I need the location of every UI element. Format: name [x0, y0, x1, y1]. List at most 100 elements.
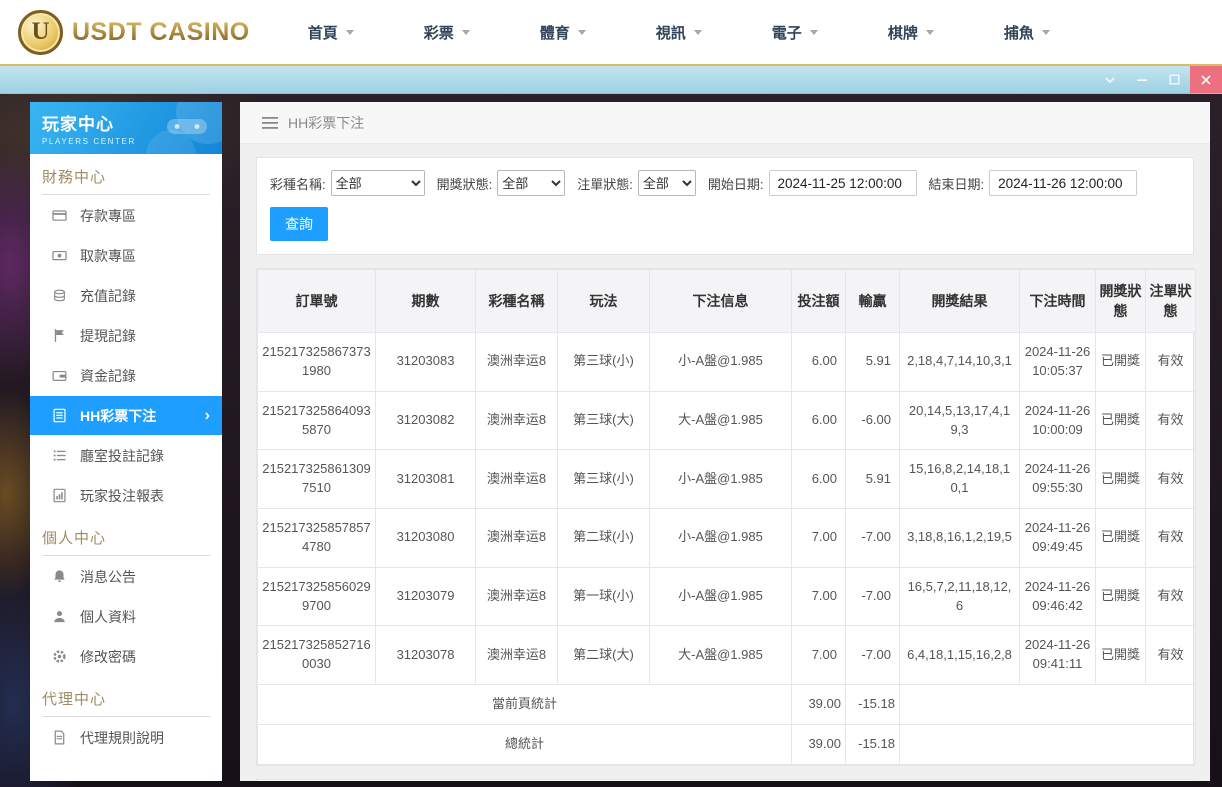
- table-cell: 5.91: [846, 450, 900, 509]
- sidebar-item-announcements[interactable]: 消息公告: [30, 557, 222, 596]
- table-header-cell: 彩種名稱: [476, 270, 558, 333]
- nav-item-live-video[interactable]: 視訊: [656, 22, 702, 43]
- sidebar-item-label: 取款專區: [80, 246, 136, 266]
- table-cell: 大-A盤@1.985: [650, 626, 792, 685]
- table-row: 215217325852716003031203078澳洲幸运8第二球(大)大-…: [258, 626, 1196, 685]
- table-cell: 第二球(小): [558, 509, 650, 568]
- draw-status-select[interactable]: 全部: [497, 170, 565, 196]
- lottery-type-select[interactable]: 全部: [331, 170, 425, 196]
- sidebar-item-deposit[interactable]: 存款專區: [30, 196, 222, 235]
- filter-row: 彩種名稱: 全部 開獎狀態: 全部 注單狀態: 全部 開始日期: 結束日期:: [270, 170, 1180, 196]
- summary-empty-cell: [900, 685, 1196, 725]
- nav-item-lottery[interactable]: 彩票: [424, 22, 470, 43]
- chevron-down-icon: [1104, 74, 1116, 86]
- sidebar-item-label: HH彩票下注: [80, 406, 156, 426]
- report-icon: [52, 488, 67, 503]
- sidebar-section-title: 財務中心: [42, 166, 210, 195]
- close-icon: [1200, 74, 1212, 86]
- table-cell: 澳洲幸运8: [476, 450, 558, 509]
- maximize-icon: [1169, 74, 1180, 85]
- table-cell: 31203078: [376, 626, 476, 685]
- gamepad-icon: [164, 112, 210, 145]
- sidebar-item-withdraw[interactable]: 取款專區: [30, 236, 222, 275]
- bell-icon: [52, 569, 67, 584]
- table-cell: 已開獎: [1096, 567, 1146, 626]
- table-cell: 小-A盤@1.985: [650, 333, 792, 392]
- table-cell: 有效: [1146, 450, 1196, 509]
- table-cell: 31203081: [376, 450, 476, 509]
- table-header-cell: 開獎狀態: [1096, 270, 1146, 333]
- brand-logo-text: USDT CASINO: [72, 18, 250, 47]
- window-close-button[interactable]: [1190, 66, 1222, 93]
- table-cell: 31203083: [376, 333, 476, 392]
- bank-card-icon: [52, 208, 67, 223]
- menu-icon[interactable]: [262, 116, 278, 130]
- sidebar-item-withdraw-records[interactable]: 提現記錄: [30, 316, 222, 355]
- sidebar-item-change-password[interactable]: 修改密碼: [30, 637, 222, 676]
- table-cell: 20,14,5,13,17,4,19,3: [900, 391, 1020, 450]
- brand-logo-letter: U: [31, 18, 49, 46]
- table-cell: 31203080: [376, 509, 476, 568]
- sidebar-item-hh-lottery-bets[interactable]: HH彩票下注›: [30, 396, 222, 435]
- sidebar-item-profile[interactable]: 個人資料: [30, 597, 222, 636]
- draw-status-label: 開獎狀態:: [437, 174, 493, 193]
- lottery-type-label: 彩種名稱:: [270, 174, 326, 193]
- order-status-select[interactable]: 全部: [638, 170, 696, 196]
- table-header-cell: 玩法: [558, 270, 650, 333]
- bets-table: 訂單號期數彩種名稱玩法下注信息投注額輸贏開獎結果下注時間開獎狀態注單狀態 215…: [257, 269, 1196, 765]
- table-cell: 6.00: [792, 391, 846, 450]
- table-cell: 2152173258578574780: [258, 509, 376, 568]
- chevron-down-icon: [926, 30, 934, 35]
- nav-item-board-games[interactable]: 棋牌: [888, 22, 934, 43]
- sidebar-item-hall-bet-records[interactable]: 廳室投註記錄: [30, 436, 222, 475]
- table-cell: 有效: [1146, 626, 1196, 685]
- chevron-down-icon: [346, 30, 354, 35]
- table-row: 215217325861309751031203081澳洲幸运8第三球(小)小-…: [258, 450, 1196, 509]
- table-cell: 第三球(大): [558, 391, 650, 450]
- table-cell: 2024-11-26 09:46:42: [1020, 567, 1096, 626]
- table-cell: 澳洲幸运8: [476, 567, 558, 626]
- nav-item-label: 棋牌: [888, 22, 918, 43]
- table-cell: 澳洲幸运8: [476, 391, 558, 450]
- table-row: 215217325857857478031203080澳洲幸运8第二球(小)小-…: [258, 509, 1196, 568]
- nav-item-label: 電子: [772, 22, 802, 43]
- sidebar-item-agent-rules[interactable]: 代理規則說明: [30, 718, 222, 757]
- nav-item-label: 首頁: [308, 22, 338, 43]
- nav-item-label: 體育: [540, 22, 570, 43]
- sidebar-subtitle: PLAYERS CENTER: [42, 137, 136, 146]
- end-date-input[interactable]: [989, 170, 1137, 196]
- sidebar-item-label: 玩家投注報表: [80, 486, 164, 506]
- sidebar-item-label: 修改密碼: [80, 647, 136, 667]
- table-cell: 6,4,18,1,15,16,2,8: [900, 626, 1020, 685]
- sidebar-item-player-bet-report[interactable]: 玩家投注報表: [30, 476, 222, 515]
- table-cell: 有效: [1146, 567, 1196, 626]
- table-cell: 2152173258640935870: [258, 391, 376, 450]
- table-cell: 2024-11-26 09:49:45: [1020, 509, 1096, 568]
- bets-table-card: 訂單號期數彩種名稱玩法下注信息投注額輸贏開獎結果下注時間開獎狀態注單狀態 215…: [256, 268, 1194, 766]
- sidebar-section-title: 代理中心: [42, 688, 210, 717]
- table-cell: 16,5,7,2,11,18,12,6: [900, 567, 1020, 626]
- search-button[interactable]: 查詢: [270, 207, 328, 241]
- sidebar: 玩家中心 PLAYERS CENTER 財務中心存款專區取款專區充值記錄提現記錄…: [30, 102, 222, 781]
- end-date-label: 結束日期:: [929, 174, 985, 193]
- nav-item-fishing[interactable]: 捕魚: [1004, 22, 1050, 43]
- nav-item-sports[interactable]: 體育: [540, 22, 586, 43]
- brand-logo[interactable]: U USDT CASINO: [18, 10, 250, 55]
- sidebar-item-funds-records[interactable]: 資金記錄: [30, 356, 222, 395]
- list-icon: [52, 408, 67, 423]
- table-header-cell: 下注時間: [1020, 270, 1096, 333]
- table-cell: 2024-11-26 09:55:30: [1020, 450, 1096, 509]
- table-row: 215217325856029970031203079澳洲幸运8第一球(小)小-…: [258, 567, 1196, 626]
- nav-item-slots[interactable]: 電子: [772, 22, 818, 43]
- window-collapse-button[interactable]: [1094, 66, 1126, 93]
- start-date-label: 開始日期:: [708, 174, 764, 193]
- summary-row: 當前頁統計39.00-15.18: [258, 685, 1196, 725]
- sidebar-item-recharge-records[interactable]: 充值記錄: [30, 276, 222, 315]
- start-date-input[interactable]: [769, 170, 917, 196]
- sidebar-item-label: 代理規則說明: [80, 728, 164, 748]
- main-panel: HH彩票下注 彩種名稱: 全部 開獎狀態: 全部 注單狀態: 全部 開始日期: …: [240, 102, 1210, 781]
- sidebar-section-title: 個人中心: [42, 527, 210, 556]
- nav-item-home[interactable]: 首頁: [308, 22, 354, 43]
- window-minimize-button[interactable]: [1126, 66, 1158, 93]
- window-maximize-button[interactable]: [1158, 66, 1190, 93]
